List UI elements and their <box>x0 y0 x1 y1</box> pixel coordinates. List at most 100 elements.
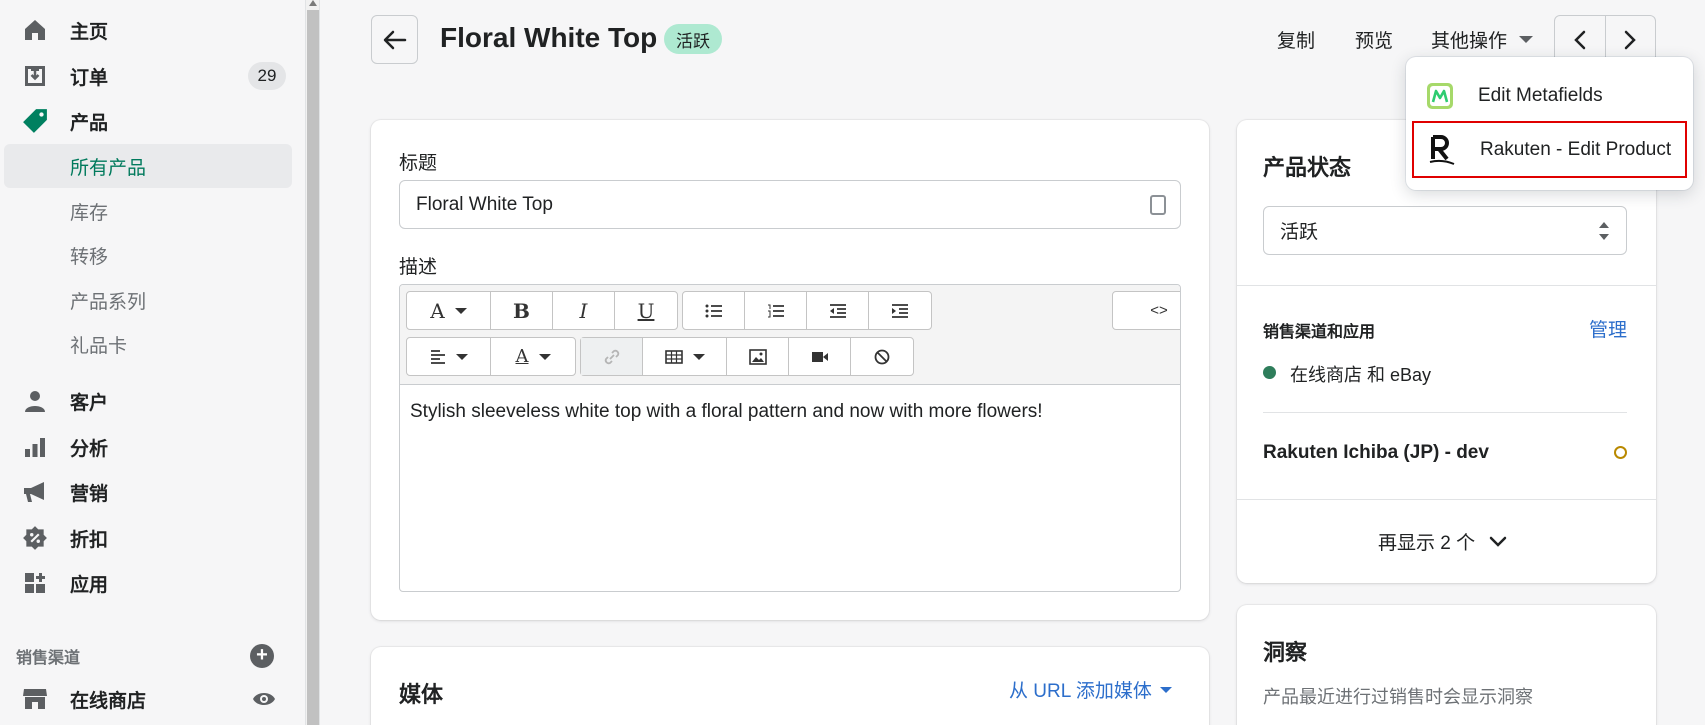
table-icon <box>664 349 683 364</box>
published-dot <box>1263 366 1276 379</box>
scroll-up-arrow-icon[interactable] <box>309 0 317 6</box>
title-input[interactable]: Floral White Top <box>399 180 1181 229</box>
insights-heading: 洞察 <box>1263 640 1308 665</box>
insert-table-dropdown[interactable] <box>643 338 727 375</box>
megaphone-icon <box>20 477 50 507</box>
source-group: <> <box>1112 291 1180 330</box>
text-color-dropdown[interactable]: A <box>491 338 575 375</box>
show-more-button[interactable]: 再显示 2 个 <box>1378 528 1507 555</box>
text-style-dropdown[interactable]: A <box>407 292 491 329</box>
bar-chart-icon <box>20 432 50 462</box>
menu-item-label: Edit Metafields <box>1478 84 1603 106</box>
chevron-right-icon <box>1625 30 1637 49</box>
caret-down-icon <box>692 353 705 360</box>
bullet-list-button[interactable] <box>683 292 745 329</box>
bold-button[interactable]: B <box>491 292 553 329</box>
sidebar-item-label: 营销 <box>70 483 109 505</box>
align-left-icon <box>430 349 445 364</box>
sidebar-item-orders[interactable]: 订单 29 <box>4 54 292 98</box>
menu-item-label: Rakuten - Edit Product <box>1480 138 1672 160</box>
underline-button[interactable]: U <box>615 292 677 329</box>
chevron-left-icon <box>1573 30 1585 49</box>
back-button[interactable] <box>371 15 418 64</box>
caret-down-icon <box>454 307 467 314</box>
select-arrows-icon <box>1598 221 1610 241</box>
divider <box>1237 285 1656 286</box>
apps-grid-icon <box>20 568 50 598</box>
tag-icon <box>20 106 50 136</box>
previous-product-button[interactable] <box>1555 16 1606 63</box>
sidebar-item-transfers[interactable]: 转移 <box>4 233 292 277</box>
clear-format-icon <box>874 349 890 364</box>
sidebar-item-customers[interactable]: 客户 <box>4 379 292 423</box>
divider <box>1237 499 1656 500</box>
bullet-list-icon <box>705 304 722 317</box>
outdent-button[interactable] <box>807 292 869 329</box>
align-dropdown[interactable] <box>407 338 491 375</box>
metafields-app-icon <box>1426 82 1454 110</box>
sidebar-item-home[interactable]: 主页 <box>4 8 292 52</box>
eye-icon[interactable] <box>252 690 276 713</box>
caret-down-icon <box>455 353 468 360</box>
sidebar-item-inventory[interactable]: 库存 <box>4 189 292 233</box>
sidebar-item-label: 客户 <box>70 392 109 414</box>
title-input-value: Floral White Top <box>416 193 553 215</box>
insert-image-button[interactable] <box>727 338 789 375</box>
next-product-button[interactable] <box>1606 16 1656 63</box>
more-actions-button[interactable]: 其他操作 <box>1431 26 1534 53</box>
manage-channels-link[interactable]: 管理 <box>1589 315 1627 342</box>
add-media-from-url-button[interactable]: 从 URL 添加媒体 <box>1009 676 1172 703</box>
sidebar: 主页 订单 29 产品 所有产品 库存 转移 产品系列 礼品卡 客户 分析 营销… <box>0 0 306 725</box>
sidebar-scrollbar[interactable] <box>306 0 320 725</box>
menu-item-edit-metafields[interactable]: Edit Metafields <box>1412 67 1687 124</box>
font-a-icon: A <box>430 298 445 323</box>
status-select[interactable]: 活跃 <box>1263 206 1627 255</box>
sidebar-item-analytics[interactable]: 分析 <box>4 425 292 469</box>
add-media-from-url-label: 从 URL 添加媒体 <box>1009 681 1152 702</box>
indent-button[interactable] <box>869 292 931 329</box>
insights-text: 产品最近进行过销售时会显示洞察 <box>1263 687 1533 707</box>
caret-down-icon <box>538 353 551 360</box>
rakuten-channel-name: Rakuten Ichiba (JP) - dev <box>1263 442 1489 463</box>
insert-link-button[interactable] <box>581 338 643 375</box>
product-status-heading: 产品状态 <box>1263 155 1352 180</box>
video-camera-icon <box>811 351 828 362</box>
preview-button[interactable]: 预览 <box>1355 26 1393 53</box>
description-editor[interactable]: A B I U <> A Stylish sleeveless white to… <box>399 284 1181 592</box>
bold-icon: B <box>513 298 530 323</box>
sidebar-item-label: 分析 <box>70 438 109 460</box>
sidebar-item-discounts[interactable]: 折扣 <box>4 516 292 560</box>
orders-inbox-icon <box>20 61 50 91</box>
sidebar-item-apps[interactable]: 应用 <box>4 561 292 605</box>
duplicate-button[interactable]: 复制 <box>1277 26 1315 53</box>
sidebar-item-label: 在线商店 <box>70 690 147 712</box>
show-more-label: 再显示 2 个 <box>1378 533 1476 554</box>
chevron-down-icon <box>1489 536 1507 547</box>
sidebar-item-label: 折扣 <box>70 529 109 551</box>
online-channel-text: 在线商店 和 eBay <box>1290 365 1432 385</box>
sidebar-item-online-store[interactable]: 在线商店 <box>4 677 292 721</box>
align-color-group: A <box>406 337 576 376</box>
menu-item-rakuten-edit-product[interactable]: Rakuten - Edit Product <box>1412 121 1687 178</box>
add-sales-channel-button[interactable]: + <box>250 644 274 668</box>
insert-group <box>580 337 914 376</box>
italic-button[interactable]: I <box>553 292 615 329</box>
rakuten-r-icon <box>1428 134 1456 165</box>
scrollbar-thumb[interactable] <box>307 10 319 725</box>
home-icon <box>20 15 50 45</box>
numbered-list-button[interactable] <box>745 292 807 329</box>
media-card: 媒体 从 URL 添加媒体 <box>371 647 1209 725</box>
sidebar-item-all-products[interactable]: 所有产品 <box>4 144 292 188</box>
sidebar-item-gift-cards[interactable]: 礼品卡 <box>4 322 292 366</box>
sidebar-item-marketing[interactable]: 营销 <box>4 470 292 514</box>
more-actions-menu: Edit Metafields Rakuten - Edit Product <box>1406 57 1693 190</box>
channels-label: 销售渠道和应用 <box>1263 324 1376 341</box>
show-html-button[interactable]: <> <box>1113 292 1180 329</box>
sidebar-item-collections[interactable]: 产品系列 <box>4 278 292 322</box>
link-icon <box>604 349 619 364</box>
insert-video-button[interactable] <box>789 338 851 375</box>
sidebar-item-label: 产品 <box>70 112 109 134</box>
more-actions-label: 其他操作 <box>1431 31 1508 52</box>
clear-formatting-button[interactable] <box>851 338 913 375</box>
sidebar-item-products[interactable]: 产品 <box>4 99 292 143</box>
